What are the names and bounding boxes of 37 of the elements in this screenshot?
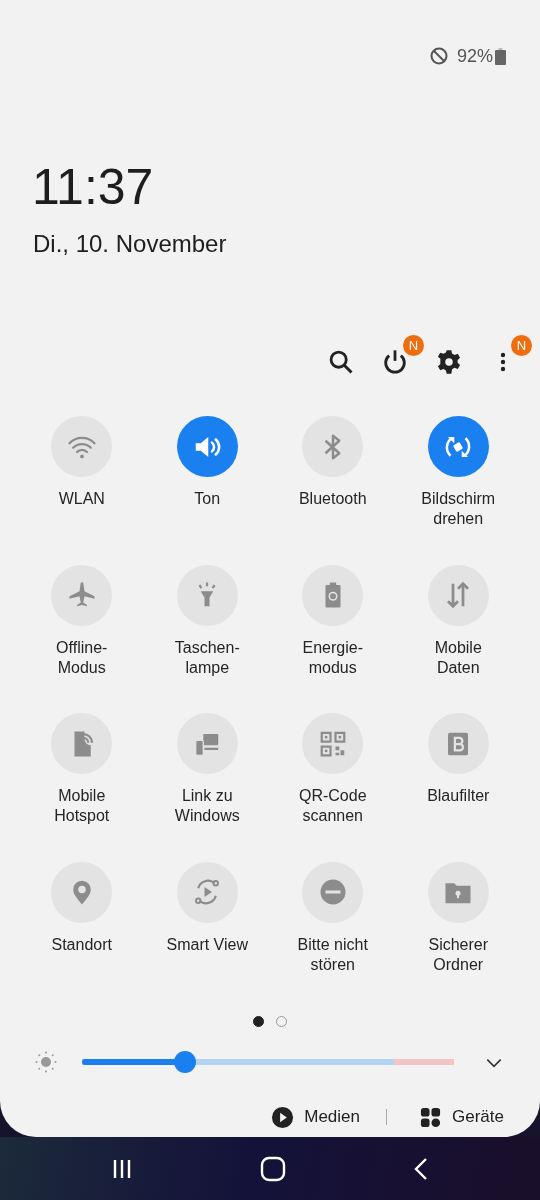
tile-label: Bluetooth: [298, 489, 367, 509]
tile-label: WLAN: [58, 489, 105, 509]
tile-label: Bitte nicht stören: [297, 934, 368, 975]
four-dots-icon: [419, 1105, 442, 1129]
do-not-disturb-icon: [428, 46, 449, 66]
back-icon[interactable]: [412, 1156, 429, 1181]
play-icon: [271, 1105, 295, 1129]
tile-label: Taschen- lampe: [174, 637, 240, 678]
power-icon: [381, 348, 409, 376]
devices-button[interactable]: Geräte: [419, 1104, 504, 1130]
tile-label: Offline- Modus: [56, 637, 108, 678]
tile-label: Blaufilter: [427, 786, 490, 806]
tile-label: Energie- modus: [302, 637, 363, 678]
settings-icon: [435, 348, 463, 376]
notification-badge: N: [511, 335, 532, 356]
tile-label: Ton: [194, 489, 221, 509]
brightness-icon: [34, 1050, 58, 1074]
search-icon: [327, 348, 355, 376]
tile-label: Standort: [51, 934, 112, 955]
slider-thumb[interactable]: [174, 1051, 197, 1073]
battery-percent: 92%: [456, 44, 493, 68]
date-label: Di., 10. November: [33, 229, 227, 259]
more-icon: [500, 351, 506, 373]
quick-toggle[interactable]: [427, 416, 489, 477]
home-icon[interactable]: [260, 1155, 286, 1182]
tile-label: Link zu Windows: [174, 786, 240, 826]
quick-toggle[interactable]: [176, 416, 238, 477]
notification-badge: N: [403, 335, 424, 356]
tile-label: Mobile Daten: [434, 637, 482, 678]
tile-label: Bildschirm drehen: [420, 489, 497, 529]
battery-icon: [495, 47, 506, 65]
tile-label: QR-Code scannen: [298, 786, 367, 826]
tile-label: Smart View: [166, 934, 248, 955]
media-button[interactable]: Medien: [271, 1104, 360, 1130]
tile-label: Sicherer Ordner: [428, 934, 489, 975]
tile-label: Mobile Hotspot: [54, 786, 110, 826]
clock-time: 11:37: [32, 162, 154, 212]
